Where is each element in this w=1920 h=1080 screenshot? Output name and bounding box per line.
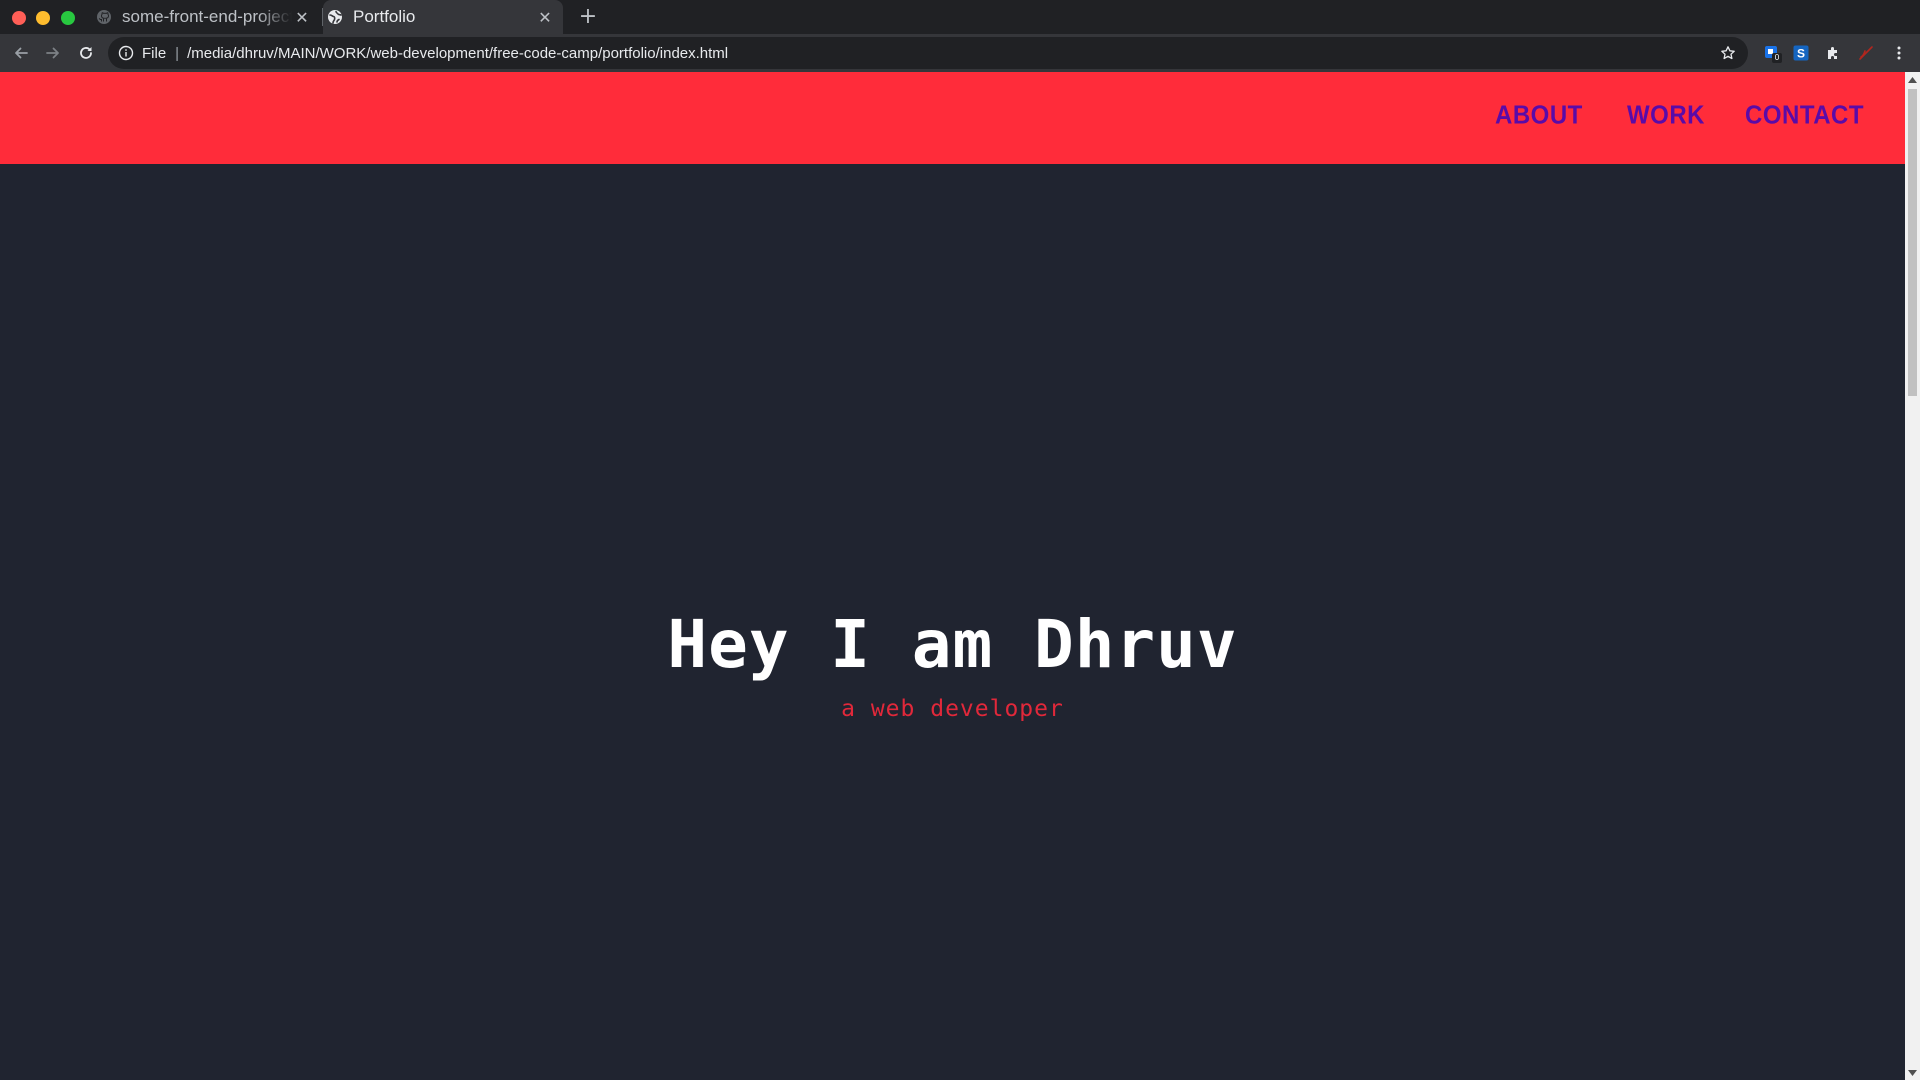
extension-badge: 0 <box>1772 53 1782 63</box>
scroll-up-arrow-icon[interactable] <box>1908 75 1917 84</box>
arrow-left-icon <box>15 47 28 59</box>
extension-s-icon[interactable]: S <box>1791 43 1811 63</box>
hero-title: Hey I am Dhruv <box>667 606 1238 683</box>
puzzle-icon[interactable] <box>1823 43 1843 63</box>
hero-section: Hey I am Dhruv a web developer <box>0 606 1905 723</box>
scroll-down-arrow-icon[interactable] <box>1908 1068 1917 1077</box>
bookmark-star-icon[interactable] <box>1718 43 1738 63</box>
extension-blue-icon[interactable]: 0 <box>1762 43 1782 63</box>
window-minimize-button[interactable] <box>36 11 50 25</box>
new-tab-button[interactable]: + <box>576 5 600 29</box>
hero-subtitle: a web developer <box>841 696 1064 722</box>
forward-button[interactable] <box>41 41 65 65</box>
browser-tab-portfolio[interactable]: Portfolio ✕ <box>323 0 563 34</box>
tab-title: Portfolio <box>353 7 416 26</box>
github-icon <box>96 9 112 25</box>
tab-title: some-front-end-projects <box>122 7 292 26</box>
browser-toolbar: File | /media/dhruv/MAIN/WORK/web-develo… <box>0 34 1920 72</box>
nav-link-about[interactable]: ABOUT <box>1495 101 1583 131</box>
scrollbar-thumb[interactable] <box>1908 89 1917 396</box>
address-scheme-label: File <box>142 44 167 62</box>
browser-tab-strip: some-front-end-projects ✕ Portfolio ✕ + <box>0 0 1920 34</box>
page-scrollbar[interactable] <box>1905 72 1920 1080</box>
globe-icon <box>327 9 343 25</box>
back-button[interactable] <box>9 41 33 65</box>
nav-link-work[interactable]: WORK <box>1627 101 1705 131</box>
page-viewport: ABOUT WORK CONTACT Hey I am Dhruv a web … <box>0 72 1905 1080</box>
more-options-icon[interactable] <box>1889 43 1909 63</box>
window-maximize-button[interactable] <box>61 11 75 25</box>
window-close-button[interactable] <box>12 11 26 25</box>
info-icon[interactable] <box>118 45 134 61</box>
reload-button[interactable] <box>74 41 98 65</box>
address-url[interactable]: /media/dhruv/MAIN/WORK/web-development/f… <box>187 45 728 62</box>
close-tab-icon[interactable]: ✕ <box>535 7 555 27</box>
extension-slashed-icon[interactable] <box>1856 43 1876 63</box>
arrow-right-icon <box>46 47 59 59</box>
site-navbar: ABOUT WORK CONTACT <box>0 72 1905 164</box>
reload-icon <box>80 47 92 59</box>
close-tab-icon[interactable]: ✕ <box>292 7 312 27</box>
svg-text:S: S <box>1797 47 1805 61</box>
nav-link-contact[interactable]: CONTACT <box>1745 101 1864 131</box>
address-divider: | <box>175 44 180 62</box>
address-bar[interactable]: File | /media/dhruv/MAIN/WORK/web-develo… <box>108 37 1748 69</box>
browser-tab-github[interactable]: some-front-end-projects ✕ <box>92 0 320 34</box>
